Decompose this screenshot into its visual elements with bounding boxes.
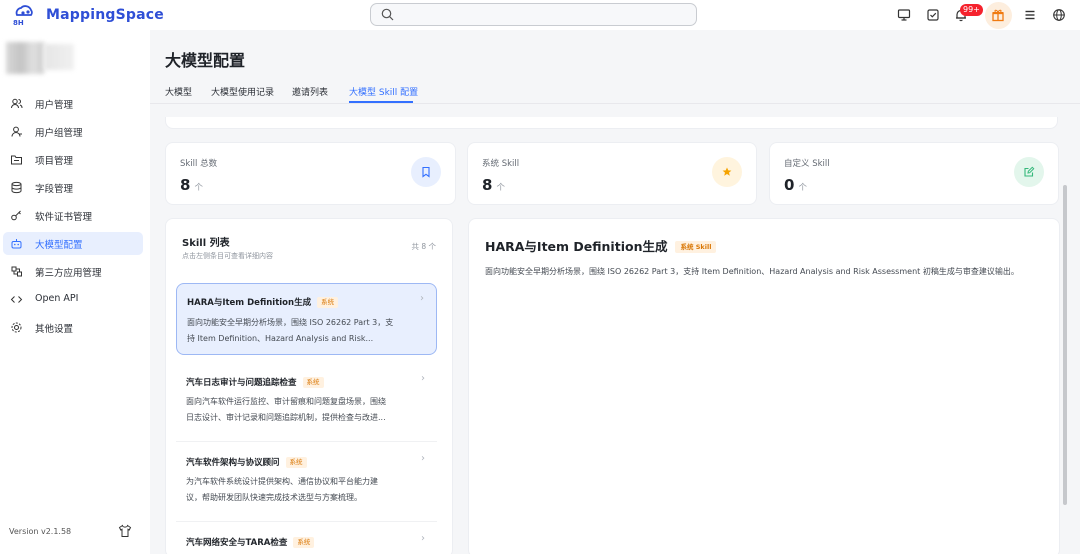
chevron-right-icon: › <box>420 293 424 304</box>
skill-detail-tag: 系统 Skill <box>675 241 717 253</box>
user-group-icon <box>11 126 22 137</box>
sidebar: 用户管理 用户组管理 项目管理 字段管理 软件证书管理 大模型配置 第三方应用管… <box>0 30 150 554</box>
collapsed-panel-edge <box>165 117 1058 129</box>
stat-value: 8个 <box>180 176 203 194</box>
bookmark-icon <box>411 157 441 187</box>
app-name: MappingSpace <box>46 7 164 23</box>
skill-item[interactable]: 汽车网络安全与TARA检查 系统 › <box>176 527 437 554</box>
sidebar-item-projects[interactable]: 项目管理 <box>3 148 143 171</box>
skill-tag: 系统 <box>285 457 307 468</box>
skill-list-subtitle: 点击左侧条目可查看详细内容 <box>182 252 273 260</box>
robot-icon <box>11 239 22 249</box>
menu-icon[interactable] <box>1022 7 1038 23</box>
skill-list-panel: Skill 列表 点击左侧条目可查看详细内容 共 8 个 HARA与Item D… <box>165 218 453 554</box>
sidebar-item-label: Open API <box>35 293 79 304</box>
sidebar-item-label: 用户管理 <box>35 100 74 111</box>
skill-item-desc: 面向功能安全早期分析场景，围绕 ISO 26262 Part 3，支 持 Ite… <box>187 318 394 343</box>
tab-invitations[interactable]: 邀请列表 <box>292 85 328 98</box>
monitor-icon[interactable] <box>896 7 912 23</box>
logo[interactable]: 8H MappingSpace <box>12 4 164 27</box>
stat-label: 自定义 Skill <box>784 159 830 169</box>
tab-llm[interactable]: 大模型 <box>165 85 192 98</box>
skill-item[interactable]: 汽车日志审计与问题追踪检查 系统 › 面向汽车软件运行监控、审计留痕和问题复盘场景… <box>176 365 437 437</box>
sidebar-item-other-settings[interactable]: 其他设置 <box>3 316 143 339</box>
chevron-right-icon: › <box>421 453 425 464</box>
globe-icon[interactable] <box>1051 7 1067 23</box>
sidebar-item-third-party-apps[interactable]: 第三方应用管理 <box>3 260 143 283</box>
users-icon <box>11 98 23 109</box>
stat-label: Skill 总数 <box>180 159 218 169</box>
sidebar-item-label: 项目管理 <box>35 156 74 167</box>
skill-detail-panel: HARA与Item Definition生成 系统 Skill 面向功能安全早期分… <box>468 218 1060 554</box>
tab-skill-config[interactable]: 大模型 Skill 配置 <box>349 85 418 98</box>
sidebar-item-label: 大模型配置 <box>35 240 83 251</box>
stat-value: 8个 <box>482 176 505 194</box>
sidebar-item-users[interactable]: 用户管理 <box>3 92 143 115</box>
page-title: 大模型配置 <box>165 51 246 70</box>
sidebar-item-label: 用户组管理 <box>35 128 83 139</box>
stat-card-custom: 自定义 Skill 0个 <box>769 142 1059 205</box>
sidebar-item-fields[interactable]: 字段管理 <box>3 176 143 199</box>
sidebar-item-licenses[interactable]: 软件证书管理 <box>3 204 143 227</box>
sidebar-item-label: 其他设置 <box>35 324 74 335</box>
list-divider <box>176 441 437 442</box>
skill-tag: 系统 <box>293 537 315 548</box>
sidebar-item-label: 字段管理 <box>35 184 74 195</box>
list-divider <box>176 521 437 522</box>
folder-icon <box>11 155 22 165</box>
stat-card-total: Skill 总数 8个 <box>165 142 456 205</box>
settings-icon <box>11 322 22 333</box>
skill-tag: 系统 <box>317 297 339 308</box>
skill-item-title: 汽车软件架构与协议顾问 系统 <box>186 456 307 468</box>
skill-item-desc: 为汽车软件系统设计提供架构、通信协议和平台能力建 议，帮助研发团队快速完成技术选… <box>186 477 378 502</box>
skill-list-title: Skill 列表 <box>182 238 230 249</box>
notification-badge: 99+ <box>960 4 983 16</box>
tab-llm-usage[interactable]: 大模型使用记录 <box>211 85 274 98</box>
user-name-blurred <box>44 44 74 70</box>
skill-detail-desc: 面向功能安全早期分析场景，围绕 ISO 26262 Part 3，支持 Item… <box>485 267 1019 276</box>
chevron-right-icon: › <box>421 533 425 544</box>
search-icon <box>381 8 394 21</box>
chevron-right-icon: › <box>421 373 425 384</box>
shirt-icon[interactable] <box>118 524 132 538</box>
logo-badge: 8H <box>13 19 24 26</box>
checkbox-icon[interactable] <box>925 7 941 23</box>
version-label: Version v2.1.58 <box>9 527 72 536</box>
sidebar-item-user-groups[interactable]: 用户组管理 <box>3 120 143 143</box>
key-icon <box>11 210 21 221</box>
skill-item[interactable]: HARA与Item Definition生成 系统 › 面向功能安全早期分析场景，… <box>176 283 437 355</box>
skill-tag: 系统 <box>302 377 324 388</box>
edit-icon <box>1014 157 1044 187</box>
sidebar-item-llm-config[interactable]: 大模型配置 <box>3 232 143 255</box>
skill-item-title: 汽车网络安全与TARA检查 系统 <box>186 536 315 548</box>
avatar[interactable] <box>6 42 44 74</box>
sidebar-item-label: 软件证书管理 <box>35 212 93 223</box>
sidebar-item-open-api[interactable]: Open API <box>3 288 143 311</box>
skill-item-title: 汽车日志审计与问题追踪检查 系统 <box>186 376 324 388</box>
tabs-divider <box>150 103 1080 104</box>
search-input[interactable] <box>370 3 697 26</box>
gift-icon <box>992 9 1004 22</box>
code-icon <box>10 296 23 303</box>
stat-label: 系统 Skill <box>482 159 520 169</box>
top-header: 8H MappingSpace 99+ <box>0 0 1080 30</box>
skill-item-desc: 面向汽车软件运行监控、审计留痕和问题复盘场景，围绕 日志设计、审计记录和问题追踪… <box>186 397 386 422</box>
sidebar-item-label: 第三方应用管理 <box>35 268 102 279</box>
skill-item-title: HARA与Item Definition生成 系统 <box>187 296 339 308</box>
stat-value: 0个 <box>784 176 807 194</box>
logo-mark-icon: 8H <box>12 4 36 27</box>
skill-list-count: 共 8 个 <box>411 242 436 251</box>
stat-card-system: 系统 Skill 8个 <box>467 142 757 205</box>
database-icon <box>11 181 22 194</box>
apps-icon <box>11 266 22 277</box>
star-icon <box>712 157 742 187</box>
scrollbar[interactable] <box>1063 185 1067 505</box>
skill-item[interactable]: 汽车软件架构与协议顾问 系统 › 为汽车软件系统设计提供架构、通信协议和平台能力建… <box>176 447 437 513</box>
skill-detail-title: HARA与Item Definition生成 系统 Skill <box>485 236 717 255</box>
